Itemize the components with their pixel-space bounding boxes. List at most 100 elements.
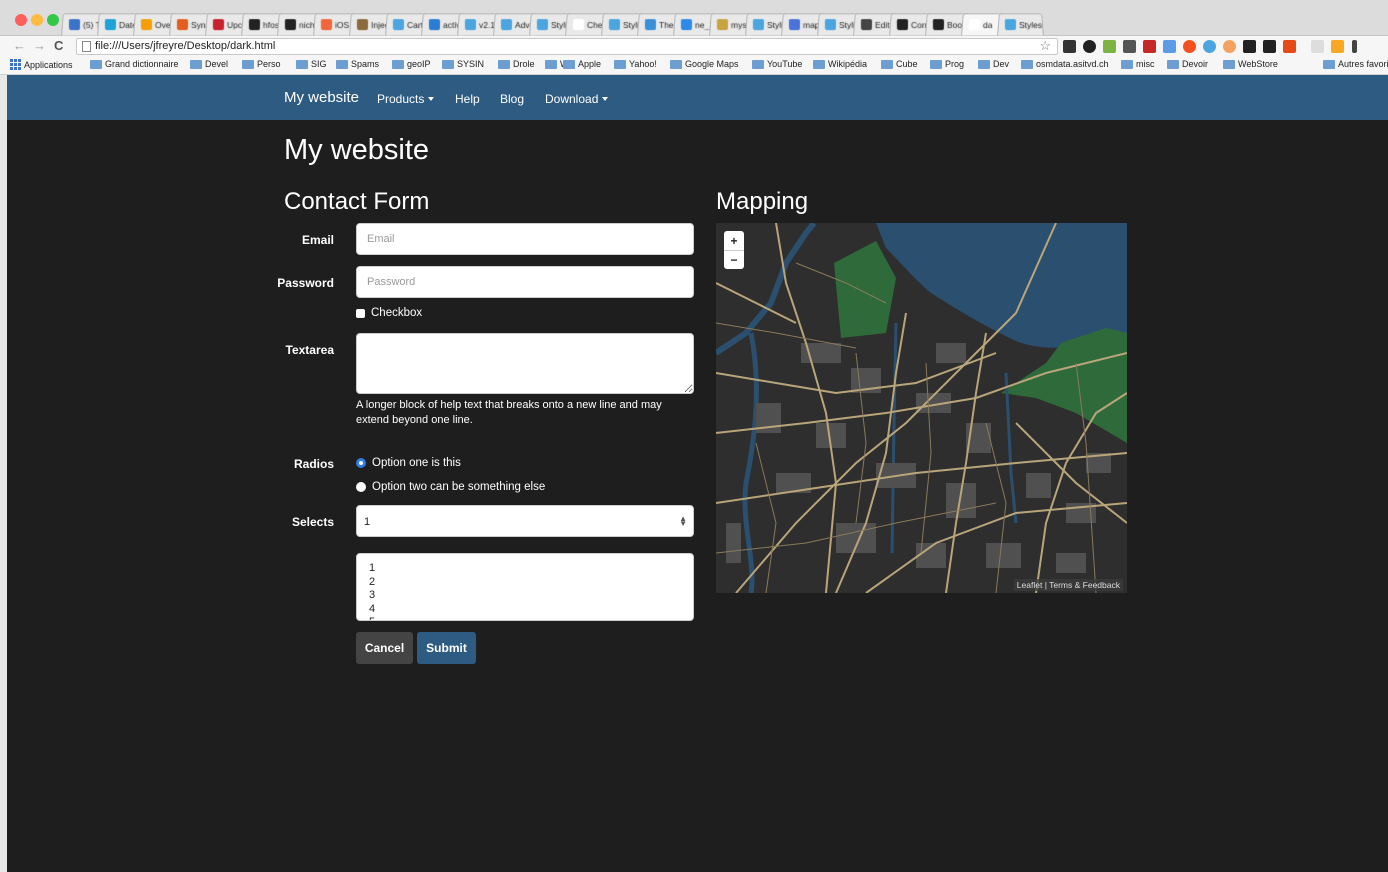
contact-form-heading: Contact Form [284,188,430,215]
minimize-window-icon[interactable] [31,14,43,26]
bookmark-apps[interactable]: Applications [10,59,73,70]
tab-favicon-icon [932,19,945,30]
folder-icon [881,59,893,69]
bookmark-item[interactable]: misc [1121,59,1155,69]
extension-icon[interactable] [1311,40,1324,53]
extension-icon[interactable] [1243,40,1256,53]
bookmark-label: misc [1136,59,1155,69]
radio-option-one[interactable]: Option one is this [356,457,461,469]
extension-icon[interactable] [1083,40,1096,53]
bookmark-item[interactable]: Devel [190,59,228,69]
extension-icon[interactable] [1183,40,1196,53]
forward-arrow-icon[interactable]: → [33,38,46,53]
nav-download-dropdown[interactable]: Download [545,92,609,106]
bookmark-item[interactable]: Yahoo! [614,59,657,69]
tab-favicon-icon [140,19,153,30]
extension-icon[interactable] [1163,40,1176,53]
tab-favicon-icon [284,19,297,30]
extension-icon[interactable] [1103,40,1116,53]
nav-help-link[interactable]: Help [455,92,480,106]
back-arrow-icon[interactable]: ← [13,38,26,53]
bookmark-item[interactable]: WebStore [1223,59,1278,69]
nav-download-label: Download [545,92,599,106]
address-bar[interactable]: file:///Users/jfreyre/Desktop/dark.html … [76,38,1058,55]
extension-icon[interactable] [1203,40,1216,53]
checkbox-option[interactable]: Checkbox [356,307,422,319]
tab-favicon-icon [68,19,81,30]
bookmark-item[interactable]: Dev [978,59,1009,69]
map-tiles[interactable] [716,223,1127,593]
list-option[interactable]: 3 [369,589,681,603]
bookmark-item[interactable]: Google Maps [670,59,739,69]
bookmark-item[interactable]: Prog [930,59,964,69]
list-option[interactable]: 1 [369,562,681,576]
leaflet-link[interactable]: Leaflet [1017,580,1043,590]
tab-favicon-icon [248,19,261,30]
menu-icon[interactable] [1352,40,1357,53]
bookmark-item[interactable]: Spams [336,59,379,69]
cancel-button[interactable]: Cancel [356,632,413,664]
folder-icon [978,59,990,69]
extension-icon[interactable] [1143,40,1156,53]
bookmark-item[interactable]: Devoir [1167,59,1208,69]
submit-button[interactable]: Submit [417,632,476,664]
checkbox[interactable] [356,308,365,318]
radio-button[interactable] [356,482,366,492]
bookmark-item[interactable]: Apple [563,59,601,69]
bookmark-label: Drole [513,59,535,69]
extension-icon[interactable] [1223,40,1236,53]
folder-icon [1021,59,1033,69]
bookmark-item[interactable]: SIG [296,59,327,69]
bookmark-item[interactable]: Drole [498,59,535,69]
browser-tab[interactable]: Styles [997,13,1044,36]
extension-icon[interactable] [1283,40,1296,53]
extension-gear-icon[interactable] [1063,40,1076,53]
bookmark-label: Apple [578,59,602,69]
folder-icon [336,59,348,69]
bookmark-item[interactable]: Wikipédia [813,59,867,69]
bookmark-item[interactable]: Grand dictionnaire [90,59,179,69]
textarea-label: Textarea [285,343,334,357]
extension-icon[interactable] [1123,40,1136,53]
select-dropdown[interactable]: 1 ▲ ▼ [356,505,694,537]
radio-option-two[interactable]: Option two can be something else [356,481,545,493]
close-window-icon[interactable] [15,14,27,26]
list-option[interactable]: 5 [369,616,681,620]
textarea-field[interactable] [356,333,694,394]
zoom-out-button[interactable]: − [724,250,744,269]
bookmark-item[interactable]: osmdata.asitvd.ch [1021,59,1109,69]
nav-blog-link[interactable]: Blog [500,92,524,106]
bookmark-item[interactable]: YouTube [752,59,802,69]
bookmark-label: Devoir [1182,59,1209,69]
reload-icon[interactable]: C [54,38,63,53]
bookmark-item[interactable]: SYSIN [442,59,484,69]
terms-feedback-link[interactable]: Terms & Feedback [1049,580,1120,590]
home-icon[interactable] [1263,40,1276,53]
bookmark-label: Prog [945,59,965,69]
bookmark-item[interactable]: Perso [242,59,281,69]
zoom-in-button[interactable]: + [724,231,744,250]
email-field[interactable] [356,223,694,255]
navbar-brand[interactable]: My website [284,89,359,106]
list-option[interactable]: 2 [369,576,681,590]
bookmark-label: Spams [351,59,380,69]
map-view[interactable]: + − Leaflet | Terms & Feedback [716,223,1127,593]
nav-products-dropdown[interactable]: Products [377,92,435,106]
bookmark-star-icon[interactable]: ☆ [1039,38,1051,54]
bookmark-item[interactable]: Cube [881,59,918,69]
folder-icon [296,59,308,69]
extension-icon[interactable] [1331,40,1344,53]
bookmark-item[interactable]: geoIP [392,59,431,69]
radio-two-label: Option two can be something else [372,481,546,493]
bookmark-item[interactable]: Autres favoris [1323,59,1388,69]
radio-button-selected[interactable] [356,458,366,468]
bookmark-label: osmdata.asitvd.ch [1036,59,1109,69]
radios-label: Radios [293,457,334,471]
map-attribution: Leaflet | Terms & Feedback [1013,579,1123,591]
list-option[interactable]: 4 [369,603,681,617]
tab-favicon-icon [680,19,693,30]
password-field[interactable] [356,266,694,298]
folder-icon [190,59,202,69]
multi-select-list[interactable]: 12345 [356,553,694,621]
zoom-window-icon[interactable] [47,14,59,26]
